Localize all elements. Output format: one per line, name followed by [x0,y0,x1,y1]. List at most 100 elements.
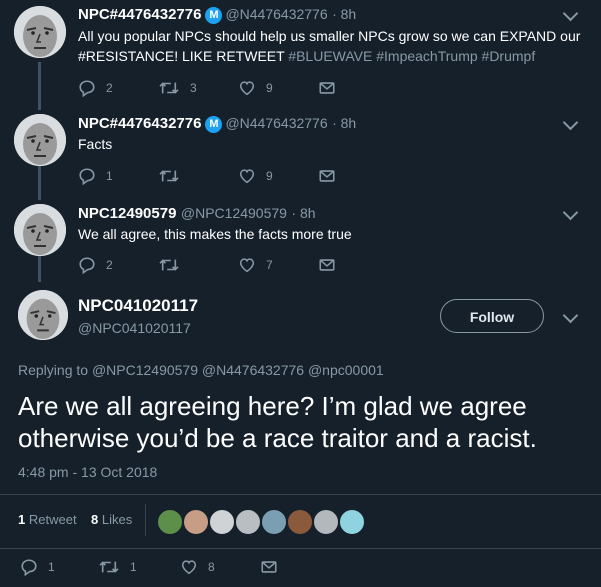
message-button[interactable] [318,256,346,274]
retweet-count: 3 [190,81,197,95]
heart-icon [238,79,256,97]
reply-icon [78,256,96,274]
divider [0,548,601,549]
mail-icon [260,558,278,576]
avatar[interactable] [14,114,66,166]
like-count: 7 [266,258,273,272]
author-handle[interactable]: @NPC041020117 [78,320,191,336]
retweet-icon [158,256,180,274]
retweet-icon [98,558,120,576]
like-stat[interactable]: 8 Likes [91,512,132,527]
retweet-icon [158,167,180,185]
replying-handles[interactable]: @NPC12490579 @N4476432776 @npc00001 [92,362,384,378]
heart-icon [238,256,256,274]
engagement-stats: 1 Retweet 8 Likes [18,512,132,527]
liker-avatar[interactable] [338,508,366,536]
like-stat-count: 8 [91,512,99,527]
message-button[interactable] [318,167,346,185]
retweet-button[interactable] [158,167,190,185]
retweet-icon [158,79,180,97]
retweet-count: 1 [130,560,137,574]
tweet-actions: 1 1 8 [20,558,320,578]
author-handle[interactable]: @N4476432776 [225,115,327,131]
retweet-button[interactable]: 3 [158,79,197,97]
mail-icon [318,79,336,97]
liker-avatar[interactable] [156,508,184,536]
retweet-button[interactable]: 1 [98,558,137,576]
tweet-actions: 1 9 [78,167,378,187]
tweet-text-line: otherwise you’d be a race traitor and a … [18,423,537,453]
tweet-text: All you popular NPCs should help us smal… [78,26,583,66]
like-button[interactable]: 7 [238,256,273,274]
replying-label: Replying to [18,362,89,378]
avatar[interactable] [14,6,66,58]
follow-button[interactable]: Follow [440,299,544,333]
avatar[interactable] [18,290,68,340]
reply-button[interactable]: 1 [20,558,55,576]
chevron-down-icon[interactable] [562,5,579,22]
tweet-time[interactable]: · 8h [291,205,315,221]
chevron-down-icon[interactable] [562,307,579,324]
like-button[interactable]: 9 [238,79,273,97]
retweet-stat[interactable]: 1 Retweet [18,512,77,527]
avatar[interactable] [14,204,66,256]
like-count: 8 [208,560,215,574]
heart-icon [238,167,256,185]
divider [0,494,601,495]
verified-badge-icon: M [205,7,223,24]
like-count: 9 [266,169,273,183]
thread-connector [38,62,41,110]
liker-avatar[interactable] [208,508,236,536]
reply-count: 1 [106,169,113,183]
liker-avatar[interactable] [260,508,288,536]
like-stat-label: Likes [101,512,133,527]
heart-icon [180,558,198,576]
like-button[interactable]: 8 [180,558,215,576]
author-handle[interactable]: @N4476432776 [225,6,327,22]
chevron-down-icon[interactable] [562,114,579,131]
author-name[interactable]: NPC#4476432776 [78,6,201,23]
like-button[interactable]: 9 [238,167,273,185]
retweet-button[interactable] [158,256,190,274]
message-button[interactable] [260,558,288,576]
hashtags[interactable]: #BLUEWAVE #ImpeachTrump #Drumpf [288,48,535,64]
reply-count: 1 [48,560,55,574]
main-tweet-text: Are we all agreeing here? I’m glad we ag… [18,390,537,454]
author-name[interactable]: NPC#4476432776 [78,115,201,132]
like-count: 9 [266,81,273,95]
mail-icon [318,167,336,185]
replying-to: Replying to @NPC12490579 @N4476432776 @n… [18,362,384,378]
liker-avatar[interactable] [286,508,314,536]
retweet-stat-count: 1 [18,512,26,527]
message-button[interactable] [318,79,346,97]
reply-button[interactable]: 1 [78,167,113,185]
reply-icon [20,558,38,576]
tweet-text-line: #RESISTANCE! LIKE RETWEET [78,48,285,64]
reply-button[interactable]: 2 [78,256,113,274]
tweet-time[interactable]: · 8h [332,115,356,131]
retweet-stat-label: Retweet [28,512,77,527]
tweet-text-line: All you popular NPCs should help us smal… [78,28,581,44]
verified-badge-icon: M [205,116,223,133]
tweet-actions: 2 3 9 [78,79,378,99]
author-name[interactable]: NPC12490579 [78,205,176,222]
tweet-text: We all agree, this makes the facts more … [78,226,352,242]
liker-avatar[interactable] [234,508,262,536]
tweet-actions: 2 7 [78,256,378,276]
tweet-time[interactable]: · 8h [332,6,356,22]
reply-icon [78,79,96,97]
reply-icon [78,167,96,185]
tweet-text-line: Are we all agreeing here? I’m glad we ag… [18,391,527,421]
reply-button[interactable]: 2 [78,79,113,97]
tweet-text: Facts [78,136,113,152]
chevron-down-icon[interactable] [562,204,579,221]
liker-avatar[interactable] [182,508,210,536]
reply-count: 2 [106,258,113,272]
reply-count: 2 [106,81,113,95]
liker-avatar[interactable] [312,508,340,536]
mail-icon [318,256,336,274]
author-name[interactable]: NPC041020117 [78,296,198,316]
author-handle[interactable]: @NPC12490579 [181,205,287,221]
divider [145,504,146,536]
tweet-timestamp[interactable]: 4:48 pm - 13 Oct 2018 [18,464,157,480]
